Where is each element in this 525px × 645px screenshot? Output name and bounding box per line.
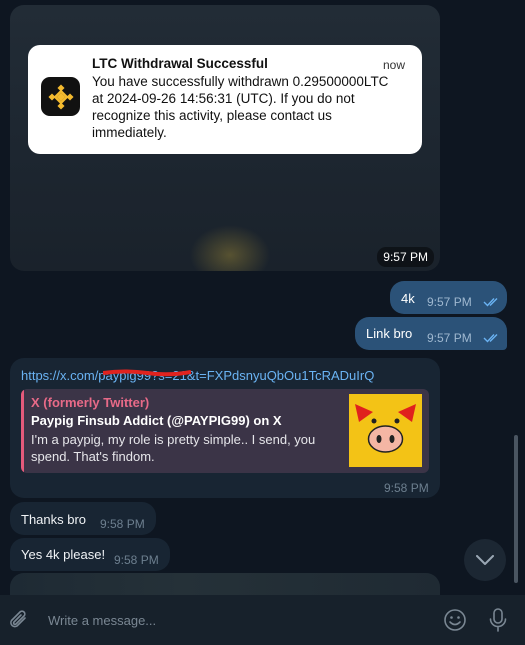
message-text: Yes 4k please! <box>21 547 106 562</box>
message-text: Thanks bro <box>21 512 87 527</box>
message-link[interactable]: https://x.com/paypig99?s=21&t=FXPdsnyuQb… <box>21 368 374 383</box>
image-message[interactable] <box>10 573 440 595</box>
chat-history: LTC Withdrawal Successful You have succe… <box>0 0 525 595</box>
image-message[interactable]: LTC Withdrawal Successful You have succe… <box>10 5 440 271</box>
link-preview[interactable]: X (formerly Twitter) Paypig Finsub Addic… <box>21 389 429 473</box>
emoji-icon[interactable] <box>443 608 467 632</box>
message-composer <box>0 595 525 645</box>
message-time: 9:57 PM <box>427 331 472 345</box>
notification-title: LTC Withdrawal Successful <box>92 56 268 71</box>
redaction-scribble <box>103 369 191 377</box>
message-input[interactable] <box>46 608 430 632</box>
incoming-message[interactable]: Thanks bro 9:58 PM <box>10 502 156 535</box>
chevron-down-icon <box>476 555 494 565</box>
microphone-icon[interactable] <box>487 607 509 633</box>
message-time: 9:58 PM <box>114 553 159 567</box>
notification-body: You have successfully withdrawn 0.295000… <box>92 74 389 140</box>
message-text: 4k <box>401 291 415 306</box>
message-text: Link bro <box>366 326 413 341</box>
double-check-icon <box>483 298 498 307</box>
outgoing-message[interactable]: Link bro 9:57 PM <box>355 317 507 350</box>
message-time: 9:57 PM <box>427 295 472 309</box>
paperclip-icon[interactable] <box>8 608 30 632</box>
message-time: 9:58 PM <box>384 481 429 495</box>
preview-description: I'm a paypig, my role is pretty simple..… <box>31 432 316 464</box>
scroll-down-button[interactable] <box>464 539 506 581</box>
withdrawal-notification: LTC Withdrawal Successful You have succe… <box>28 45 422 154</box>
message-time: 9:57 PM <box>377 247 434 267</box>
notification-time: now <box>382 58 405 72</box>
preview-site-name: X (formerly Twitter) <box>31 395 150 410</box>
double-check-icon <box>483 334 498 343</box>
pig-icon <box>355 404 416 453</box>
preview-thumbnail <box>349 394 422 467</box>
preview-title: Paypig Finsub Addict (@PAYPIG99) on X <box>31 413 282 428</box>
binance-logo-icon <box>41 77 80 116</box>
scrollbar[interactable] <box>514 435 518 583</box>
outgoing-message[interactable]: 4k 9:57 PM <box>390 281 507 314</box>
incoming-message[interactable]: Yes 4k please! 9:58 PM <box>10 538 170 571</box>
message-time: 9:58 PM <box>100 517 145 531</box>
link-message[interactable]: https://x.com/paypig99?s=21&t=FXPdsnyuQb… <box>10 358 440 498</box>
preview-accent-bar <box>21 389 24 473</box>
